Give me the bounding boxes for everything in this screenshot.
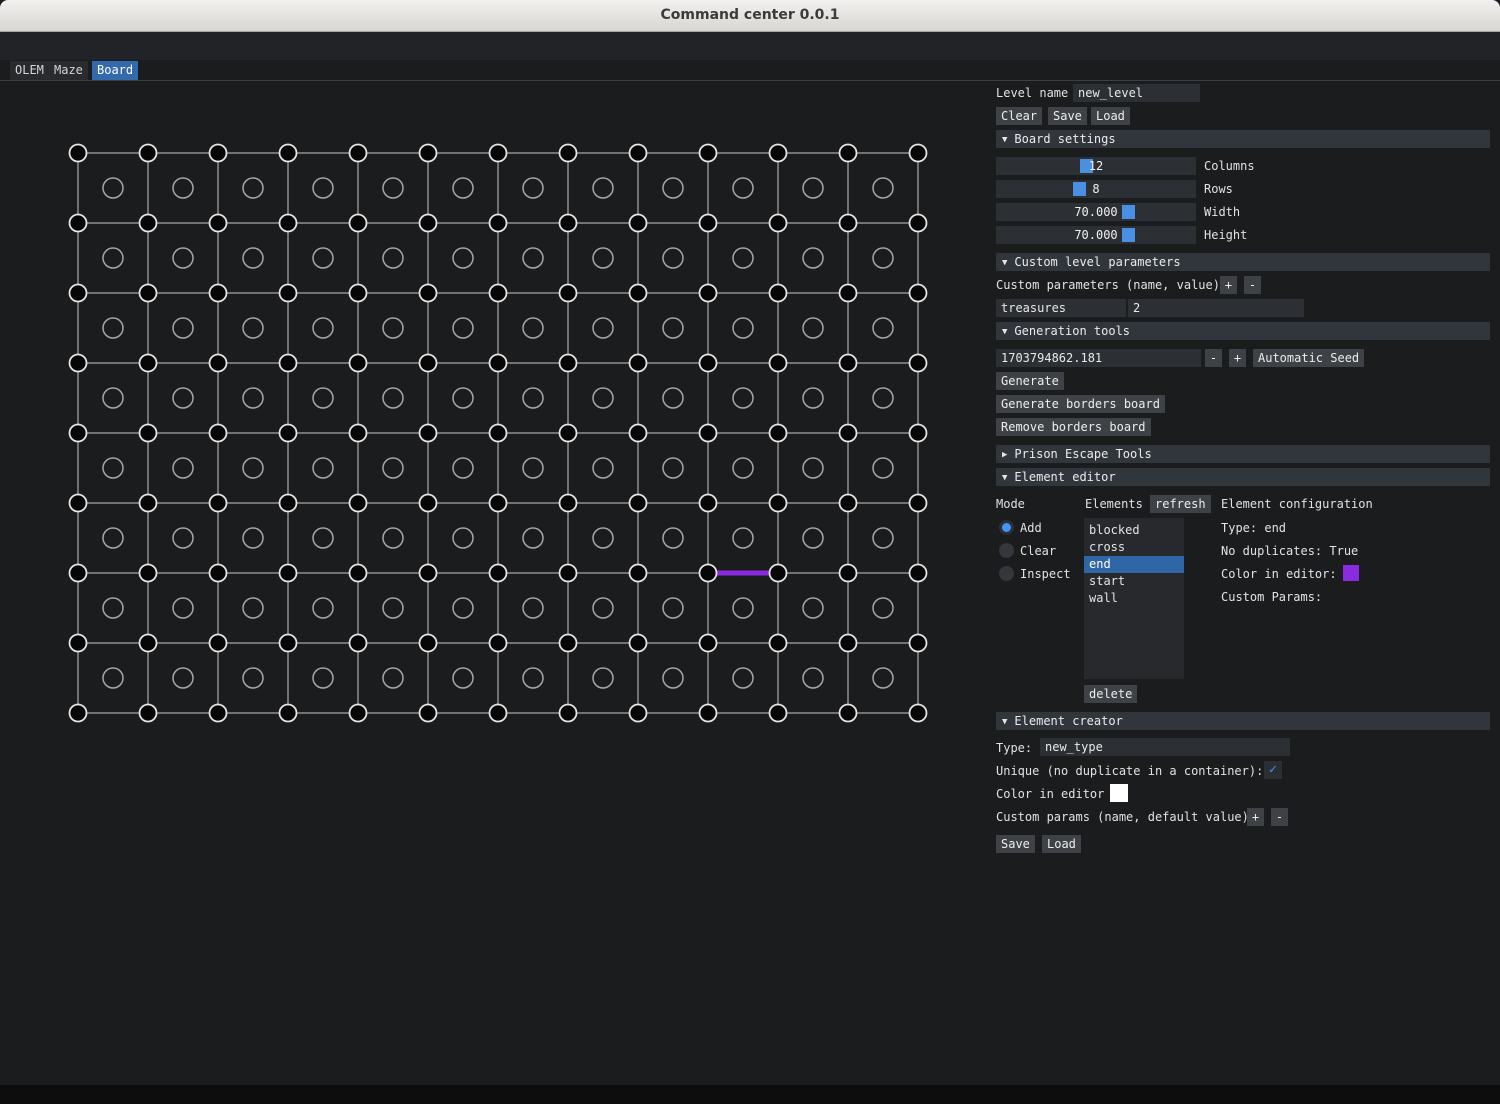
list-item-wall[interactable]: wall (1084, 590, 1184, 607)
creator-save-button[interactable]: Save (996, 835, 1035, 853)
refresh-button[interactable]: refresh (1150, 495, 1211, 513)
list-item-start[interactable]: start (1084, 573, 1184, 590)
generate-borders-board-button[interactable]: Generate borders board (996, 395, 1165, 413)
mode-clear-label: Clear (1020, 542, 1056, 560)
width-slider[interactable]: 70.000 (996, 203, 1196, 221)
save-button[interactable]: Save (1048, 107, 1087, 125)
elements-listbox[interactable]: blocked cross end start wall (1084, 518, 1184, 679)
list-item-cross[interactable]: cross (1084, 539, 1184, 556)
creator-load-button[interactable]: Load (1042, 835, 1081, 853)
header-element-creator[interactable]: ▼ Element creator (996, 712, 1490, 730)
height-slider[interactable]: 70.000 (996, 226, 1196, 244)
add-parameter-button[interactable]: + (1220, 276, 1237, 294)
header-board-settings-label: Board settings (1014, 132, 1115, 146)
rows-slider[interactable]: 8 (996, 180, 1196, 198)
chevron-right-icon: ▶ (1002, 446, 1007, 464)
mode-add-label: Add (1020, 519, 1042, 537)
check-icon: ✓ (1269, 762, 1277, 777)
header-prison-escape-tools[interactable]: ▶ Prison Escape Tools (996, 445, 1490, 463)
mode-clear-radio[interactable] (999, 543, 1014, 558)
type-label: Type: (996, 739, 1032, 757)
mode-label: Mode (996, 495, 1025, 513)
remove-parameter-button[interactable]: - (1244, 276, 1261, 294)
unique-label: Unique (no duplicate in a container): (996, 762, 1263, 780)
config-custom-params-label: Custom Params: (1221, 588, 1322, 606)
remove-custom-param-button[interactable]: - (1271, 808, 1288, 826)
rows-value: 8 (996, 180, 1196, 198)
board-canvas[interactable] (0, 0, 960, 800)
add-custom-param-button[interactable]: + (1247, 808, 1264, 826)
elements-label: Elements (1085, 495, 1143, 513)
header-generation-tools[interactable]: ▼ Generation tools (996, 322, 1490, 340)
header-custom-level-parameters-label: Custom level parameters (1014, 255, 1180, 269)
header-generation-tools-label: Generation tools (1014, 324, 1130, 338)
header-board-settings[interactable]: ▼ Board settings (996, 130, 1490, 148)
chevron-down-icon: ▼ (1002, 323, 1007, 341)
clear-button[interactable]: Clear (996, 107, 1042, 125)
chevron-down-icon: ▼ (1002, 469, 1007, 487)
mode-inspect-label: Inspect (1020, 565, 1071, 583)
config-no-duplicates-text: No duplicates: True (1221, 542, 1358, 560)
config-type-text: Type: end (1221, 519, 1286, 537)
remove-borders-board-button[interactable]: Remove borders board (996, 418, 1151, 436)
width-value: 70.000 (996, 203, 1196, 221)
header-element-editor[interactable]: ▼ Element editor (996, 468, 1490, 486)
width-label: Width (1204, 203, 1240, 221)
chevron-down-icon: ▼ (1002, 713, 1007, 731)
header-prison-escape-tools-label: Prison Escape Tools (1014, 447, 1151, 461)
level-name-label: Level name (996, 84, 1068, 102)
creator-custom-params-label: Custom params (name, default value) (996, 808, 1249, 826)
creator-color-label: Color in editor (996, 785, 1104, 803)
type-input[interactable] (1040, 738, 1290, 756)
header-element-editor-label: Element editor (1014, 470, 1115, 484)
custom-parameters-label: Custom parameters (name, value) (996, 276, 1220, 294)
mode-add-radio[interactable] (999, 520, 1014, 535)
chevron-down-icon: ▼ (1002, 131, 1007, 149)
columns-label: Columns (1204, 157, 1255, 175)
header-element-creator-label: Element creator (1014, 714, 1122, 728)
list-item-end[interactable]: end (1084, 556, 1184, 573)
window-bottom-edge (0, 1085, 1500, 1104)
unique-checkbox[interactable]: ✓ (1264, 761, 1282, 779)
seed-decrement-button[interactable]: - (1205, 349, 1222, 367)
config-color-label: Color in editor: (1221, 565, 1337, 583)
app-window: Command center 0.0.1 OLEM Maze Board Lev… (0, 0, 1500, 1104)
height-label: Height (1204, 226, 1247, 244)
automatic-seed-button[interactable]: Automatic Seed (1253, 349, 1364, 367)
element-configuration-label: Element configuration (1221, 495, 1373, 513)
creator-color-swatch[interactable] (1110, 784, 1128, 802)
rows-label: Rows (1204, 180, 1233, 198)
parameter-value-input[interactable] (1128, 299, 1304, 317)
generate-button[interactable]: Generate (996, 372, 1064, 390)
columns-value: 12 (996, 157, 1196, 175)
chevron-down-icon: ▼ (1002, 254, 1007, 272)
seed-input[interactable] (996, 349, 1201, 367)
mode-inspect-radio[interactable] (999, 566, 1014, 581)
level-name-input[interactable] (1073, 84, 1200, 102)
columns-slider[interactable]: 12 (996, 157, 1196, 175)
seed-increment-button[interactable]: + (1229, 349, 1246, 367)
height-value: 70.000 (996, 226, 1196, 244)
element-color-swatch[interactable] (1343, 565, 1359, 581)
load-button[interactable]: Load (1091, 107, 1130, 125)
parameter-name-input[interactable] (996, 299, 1126, 317)
header-custom-level-parameters[interactable]: ▼ Custom level parameters (996, 253, 1490, 271)
list-item-blocked[interactable]: blocked (1084, 522, 1184, 539)
delete-button[interactable]: delete (1084, 685, 1137, 703)
